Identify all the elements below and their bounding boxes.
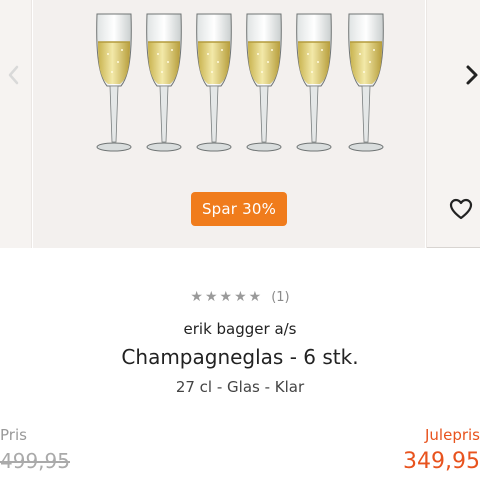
sale-price-label: Julepris [425,426,480,444]
carousel-prev-button[interactable] [0,60,28,90]
star-icon: ★ [190,289,203,305]
star-icon: ★ [234,289,247,305]
sale-price: 349,95 [403,449,480,474]
product-title[interactable]: Champagneglas - 6 stk. [0,345,480,369]
rating-count: (1) [271,289,290,305]
star-icon: ★ [204,289,218,305]
heart-icon [449,198,473,220]
discount-badge: Spar 30% [191,192,287,226]
product-photo [95,13,385,152]
star-icon: ★ [219,289,233,305]
product-subtitle: 27 cl - Glas - Klar [175,378,305,396]
star-icon: ★ [248,289,262,305]
product-brand[interactable]: erik bagger a/s [0,320,480,338]
previous-image-panel [0,0,32,248]
old-price: 499,95 [0,449,70,473]
old-price-label: Pris [0,426,27,444]
chevron-right-icon [466,65,478,85]
favorite-button[interactable] [446,194,476,224]
product-image-carousel[interactable]: Spar 30% [0,0,480,248]
rating[interactable]: ★ ★ ★ ★ ★ (1) [0,289,480,305]
carousel-next-button[interactable] [458,60,480,90]
chevron-left-icon [8,65,19,85]
